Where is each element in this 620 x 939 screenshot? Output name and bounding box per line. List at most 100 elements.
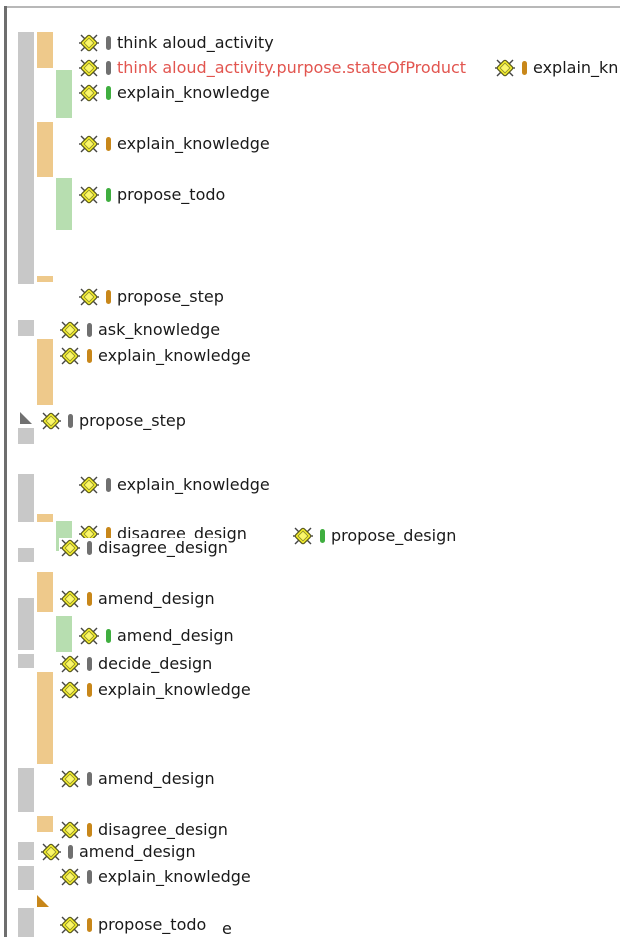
timeline-bar [56, 616, 72, 652]
node-marker [68, 414, 73, 428]
node-marker [87, 683, 92, 697]
node-explain-knowledge[interactable]: explain_knowledge [59, 867, 251, 887]
bug-node-icon [59, 680, 81, 700]
window-top-border [4, 6, 620, 8]
node-label: propose_todo [98, 915, 207, 934]
node-propose-step[interactable]: propose_step [40, 411, 186, 431]
window-left-border [4, 6, 7, 937]
node-amend-design[interactable]: amend_design [40, 842, 196, 862]
bug-node-icon [40, 842, 62, 862]
node-marker [87, 823, 92, 837]
node-label: think aloud_activity [117, 33, 274, 52]
node-propose-design[interactable]: propose_design [292, 526, 456, 546]
node-marker [87, 592, 92, 606]
bug-node-icon [292, 526, 314, 546]
bug-node-icon [78, 58, 100, 78]
node-label: amend_design [98, 769, 215, 788]
node-explain-knowledge[interactable]: explain_knowledge [78, 134, 270, 154]
node-label: explain_kn [533, 58, 619, 77]
node-label: explain_knowledge [98, 680, 251, 699]
bug-node-icon [494, 58, 516, 78]
node-explain-knowledge[interactable]: explain_knowledge [78, 83, 270, 103]
bug-node-icon [59, 915, 81, 935]
node-explain-kn[interactable]: explain_kn [494, 58, 618, 78]
node-think-aloud-purpose[interactable]: think aloud_activity.purpose.stateOfProd… [78, 58, 466, 78]
timeline-bar [18, 428, 34, 444]
node-propose-step[interactable]: propose_step [78, 287, 224, 307]
node-propose-todo[interactable]: propose_todo [78, 185, 225, 205]
node-label: amend_design [98, 589, 215, 608]
node-marker [87, 870, 92, 884]
bug-node-icon [78, 33, 100, 53]
node-marker [106, 36, 111, 50]
bug-node-icon [59, 769, 81, 789]
node-explain-knowledge[interactable]: explain_knowledge [78, 475, 270, 495]
bug-node-icon [59, 320, 81, 340]
node-disagree-design[interactable]: disagree_design [59, 820, 228, 840]
node-marker [106, 188, 111, 202]
node-label: explain_knowledge [117, 475, 270, 494]
node-marker [106, 61, 111, 75]
bug-node-icon [59, 867, 81, 887]
node-amend-design[interactable]: amend_design [78, 626, 234, 646]
node-label: amend_design [79, 842, 196, 861]
timeline-bar [18, 768, 34, 812]
node-label: ask_knowledge [98, 320, 221, 339]
node-label: think aloud_activity.purpose.stateOfProd… [117, 58, 467, 77]
bug-node-icon [78, 185, 100, 205]
node-label: explain_knowledge [98, 346, 251, 365]
bug-node-icon [59, 538, 81, 558]
node-label: disagree_design [98, 538, 228, 557]
node-label: explain_knowledge [117, 83, 270, 102]
bug-node-icon [59, 654, 81, 674]
timeline-bar [37, 816, 53, 832]
node-label: propose_step [117, 287, 224, 306]
bug-node-icon [59, 820, 81, 840]
timeline-bar [18, 320, 34, 336]
node-marker [106, 478, 111, 492]
node-explain-knowledge[interactable]: explain_knowledge [59, 680, 251, 700]
node-decide-design[interactable]: decide_design [59, 654, 212, 674]
timeline-bar [37, 339, 53, 405]
timeline-bar [37, 276, 53, 282]
node-propose-todo[interactable]: propose_todo [59, 915, 206, 935]
timeline-bar [18, 32, 34, 284]
bug-node-icon [78, 83, 100, 103]
bug-node-icon [78, 287, 100, 307]
node-marker [320, 529, 325, 543]
node-amend-design[interactable]: amend_design [59, 769, 215, 789]
node-marker [87, 349, 92, 363]
bug-node-icon [78, 626, 100, 646]
bug-node-icon [40, 411, 62, 431]
node-label: explain_knowledge [117, 134, 270, 153]
node-marker [87, 918, 92, 932]
bug-node-icon [59, 346, 81, 366]
stray-text: e [222, 919, 232, 938]
node-marker [87, 541, 92, 555]
node-marker [87, 772, 92, 786]
timeline-bar [18, 842, 34, 860]
collapse-triangle-icon[interactable] [20, 412, 32, 424]
node-marker [68, 845, 73, 859]
timeline-bar [18, 548, 34, 562]
timeline-bar [18, 598, 34, 650]
node-label: amend_design [117, 626, 234, 645]
bug-node-icon [78, 134, 100, 154]
node-label: explain_knowledge [98, 867, 251, 886]
node-label: propose_step [79, 411, 186, 430]
node-marker [106, 86, 111, 100]
collapse-triangle-icon[interactable] [37, 895, 49, 907]
timeline-bar [56, 70, 72, 118]
timeline-bar [37, 572, 53, 612]
node-think-aloud-activity[interactable]: think aloud_activity [78, 33, 274, 53]
timeline-bar [18, 908, 34, 937]
node-disagree-design[interactable]: disagree_design [59, 538, 228, 558]
node-marker [106, 290, 111, 304]
timeline-bar [37, 514, 53, 522]
node-marker [106, 629, 111, 643]
node-label: propose_design [331, 526, 457, 545]
node-explain-knowledge[interactable]: explain_knowledge [59, 346, 251, 366]
node-ask-knowledge[interactable]: ask_knowledge [59, 320, 220, 340]
timeline-bar [18, 474, 34, 522]
node-amend-design[interactable]: amend_design [59, 589, 215, 609]
